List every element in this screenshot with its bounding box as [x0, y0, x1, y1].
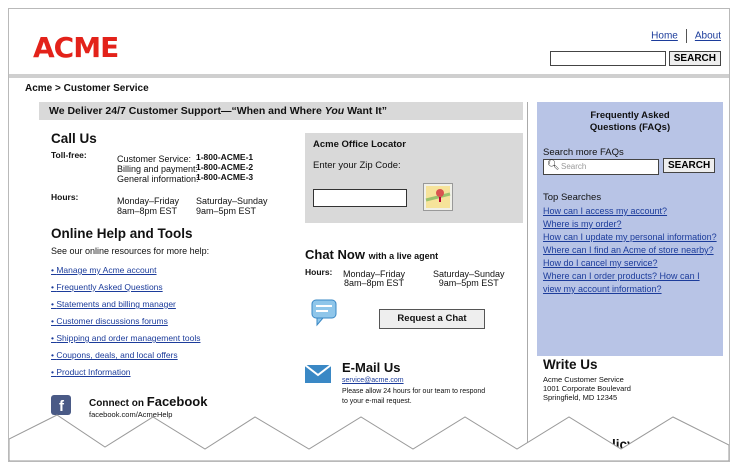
email-note: Please allow 24 hours for our team to re…: [342, 387, 485, 407]
faq-title-line: Frequently Asked: [590, 110, 670, 121]
magnifier-icon: 🔍︎: [547, 160, 560, 171]
email-title: E-Mail Us: [342, 360, 401, 375]
online-help-title: Online Help and Tools: [51, 226, 193, 241]
chat-subtitle: with a live agent: [368, 251, 439, 261]
request-chat-button[interactable]: Request a Chat: [379, 309, 485, 329]
chat-hours-label: Hours:: [305, 267, 333, 277]
address-line: Springfield, MD 12345: [543, 393, 618, 402]
map-pin-icon[interactable]: [423, 183, 453, 211]
help-link-faq[interactable]: Frequently Asked Questions: [51, 282, 200, 292]
weekend-days: Saturday–Sunday: [196, 196, 268, 206]
nav-divider: [685, 29, 687, 43]
site-header: ACME Home About SEARCH: [9, 9, 729, 74]
help-link-manage-account[interactable]: Manage my Acme account: [51, 265, 200, 275]
email-address[interactable]: service@acme.com: [342, 377, 404, 384]
call-us-title: Call Us: [51, 131, 97, 146]
faq-title: Frequently Asked Questions (FAQs): [537, 110, 723, 134]
faq-search-button[interactable]: SEARCH: [663, 158, 716, 173]
chat-title: Chat Now with a live agent: [305, 247, 438, 262]
faq-title-line: Questions (FAQs): [589, 122, 671, 133]
faq-search-input[interactable]: 🔍︎ Search: [543, 159, 659, 175]
address-line: Acme Customer Service: [543, 375, 624, 384]
faq-link-access-account[interactable]: How can I access my account?: [543, 206, 667, 216]
facebook-prefix: Connect on: [89, 398, 147, 409]
torn-edge: [9, 414, 729, 461]
banner-emphasis: You: [324, 105, 345, 117]
home-link[interactable]: Home: [651, 31, 678, 42]
banner-prefix: We Deliver 24/7 Customer Support—“When a…: [49, 105, 325, 117]
online-help-links: Manage my Acme account Frequently Asked …: [51, 265, 200, 384]
column-divider: [527, 102, 528, 461]
support-banner: We Deliver 24/7 Customer Support—“When a…: [39, 102, 523, 120]
weekday-time: 8am–8pm EST: [117, 206, 178, 216]
tollfree-label: Toll-free:: [51, 150, 87, 160]
phone-name: Billing and payment:: [117, 164, 199, 174]
locator-title: Acme Office Locator: [313, 139, 406, 150]
chat-weekday-time: 8am–8pm EST: [344, 278, 405, 288]
chat-weekend-hours: Saturday–Sunday 9am–5pm EST: [433, 270, 505, 288]
faq-link-find-store[interactable]: Where can I find an Acme of store nearby…: [543, 245, 714, 255]
phone-name: General information:: [117, 174, 199, 184]
hours-label: Hours:: [51, 192, 79, 202]
weekday-hours: Monday–Friday 8am–8pm EST: [117, 196, 179, 216]
zip-code-input[interactable]: [313, 189, 407, 207]
chat-bubble-icon: [311, 299, 337, 332]
chat-weekday-hours: Monday–Friday 8am–8pm EST: [343, 270, 405, 288]
facebook-brand: Facebook: [146, 394, 208, 409]
page-frame: ACME Home About SEARCH Acme > Customer Se…: [8, 8, 730, 462]
phone-name: Customer Service:: [117, 154, 192, 164]
faq-panel: Frequently Asked Questions (FAQs) Search…: [537, 102, 723, 356]
chat-heading: Chat Now: [305, 247, 365, 262]
phone-number[interactable]: 1-800-ACME-3: [196, 172, 253, 182]
phone-numbers: 1-800-ACME-1 1-800-ACME-2 1-800-ACME-3: [196, 152, 253, 182]
phone-number[interactable]: 1-800-ACME-1: [196, 152, 253, 162]
office-locator: Acme Office Locator Enter your Zip Code:: [305, 133, 523, 223]
weekend-hours: Saturday–Sunday 9am–5pm EST: [196, 196, 268, 216]
banner-suffix: Want It”: [344, 105, 388, 117]
faq-search-label: Search more FAQs: [543, 147, 624, 158]
facebook-heading: Connect on Facebook: [89, 394, 207, 409]
about-link[interactable]: About: [695, 31, 721, 42]
faq-link-where-order[interactable]: Where is my order?: [543, 219, 622, 229]
weekend-time: 9am–5pm EST: [196, 206, 257, 216]
phone-names: Customer Service: Billing and payment: G…: [117, 154, 199, 184]
email-note-line: to your e-mail request.: [342, 398, 412, 405]
phone-number[interactable]: 1-800-ACME-2: [196, 162, 253, 172]
top-nav: Home About: [651, 29, 721, 43]
faq-link-order-products[interactable]: Where can I order products? How can I vi…: [543, 271, 700, 294]
help-link-coupons[interactable]: Coupons, deals, and local offers: [51, 350, 200, 360]
email-note-line: Please allow 24 hours for our team to re…: [342, 388, 486, 395]
zip-prompt: Enter your Zip Code:: [313, 160, 401, 171]
header-search: SEARCH: [549, 51, 721, 66]
top-searches-label: Top Searches: [543, 192, 602, 203]
header-divider: [9, 74, 729, 78]
faq-link-update-info[interactable]: How can I update my personal information…: [543, 232, 717, 242]
envelope-icon: [304, 364, 332, 388]
help-link-statements[interactable]: Statements and billing manager: [51, 299, 200, 309]
help-link-product-info[interactable]: Product Information: [51, 367, 200, 377]
faq-link-cancel-service[interactable]: How do I cancel my service?: [543, 258, 658, 268]
faq-search-placeholder: Search: [561, 162, 587, 171]
mailing-address: Acme Customer Service 1001 Corporate Bou…: [543, 375, 631, 402]
help-link-forums[interactable]: Customer discussions forums: [51, 316, 200, 326]
header-search-input[interactable]: [549, 51, 666, 66]
breadcrumb: Acme > Customer Service: [25, 83, 149, 94]
faq-links: How can I access my account? Where is my…: [543, 204, 718, 295]
header-search-button[interactable]: SEARCH: [668, 51, 721, 66]
write-us-title: Write Us: [543, 357, 598, 372]
address-line: 1001 Corporate Boulevard: [543, 384, 631, 393]
acme-logo[interactable]: ACME: [33, 31, 119, 64]
online-help-intro: See our online resources for more help:: [51, 246, 210, 256]
chat-weekend-time: 9am–5pm EST: [438, 278, 499, 288]
weekday-days: Monday–Friday: [117, 196, 180, 206]
help-link-shipping[interactable]: Shipping and order management tools: [51, 333, 200, 343]
